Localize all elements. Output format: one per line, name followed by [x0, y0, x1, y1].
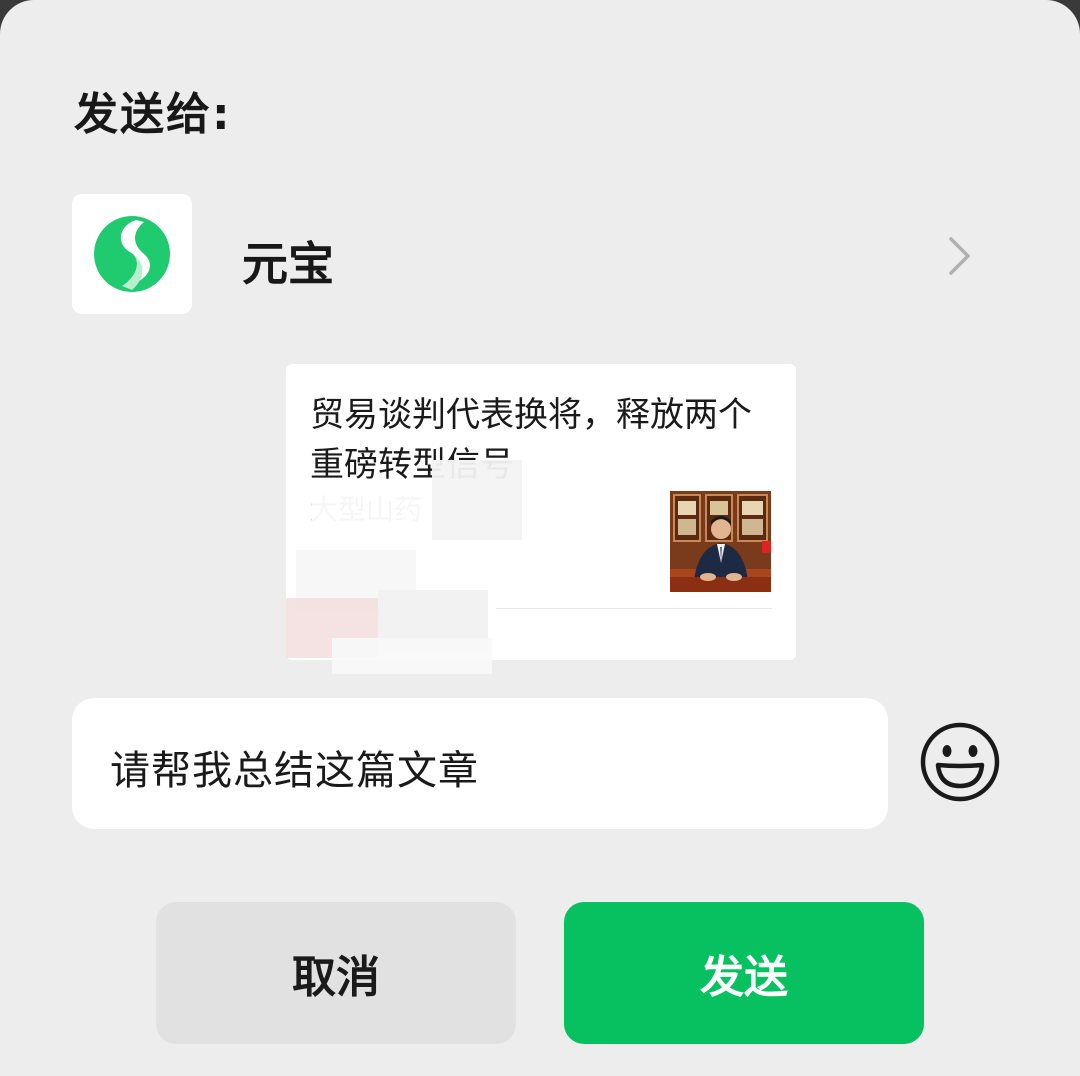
message-input[interactable]: 请帮我总结这篇文章	[72, 698, 888, 829]
recipient-name: 元宝	[242, 237, 334, 291]
recipient-avatar	[72, 194, 192, 314]
article-preview-card: 贸易谈判代表换将，释放两个重磅转型信号 大型山药	[286, 364, 796, 660]
message-input-value: 请帮我总结这篇文章	[110, 748, 479, 794]
article-title: 贸易谈判代表换将，释放两个重磅转型信号	[310, 395, 752, 485]
send-button[interactable]: 发送	[564, 902, 924, 1044]
cancel-button[interactable]: 取消	[156, 902, 516, 1044]
article-thumbnail	[670, 491, 771, 592]
send-to-label: 发送给:	[74, 89, 232, 140]
recipient-row[interactable]: 元宝	[0, 194, 1080, 316]
article-description: 大型山药	[310, 493, 423, 526]
card-divider	[496, 608, 772, 609]
smiley-emoji-icon[interactable]	[918, 720, 1002, 804]
chevron-right-icon	[949, 237, 970, 275]
share-dialog: 发送给: 元宝 贸易谈判代表换将，释放两个重磅转型信号 大型山药 请帮我总结这篇…	[0, 0, 1080, 1076]
yuanbao-logo-icon	[94, 216, 170, 292]
